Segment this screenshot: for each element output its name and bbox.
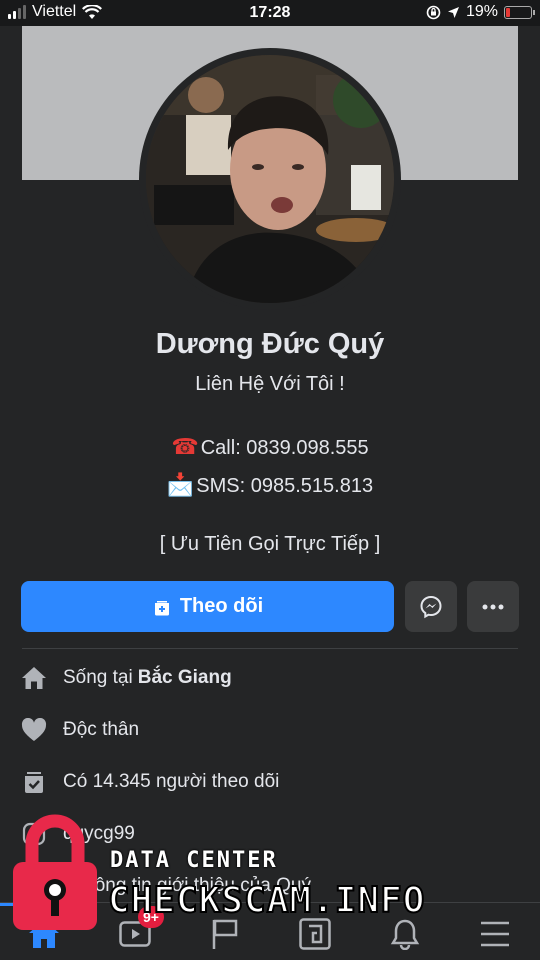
detail-lives-in-prefix: Sống tại bbox=[63, 667, 133, 688]
padlock-watermark-icon bbox=[13, 814, 97, 930]
watermark-line2: CHECKSCAM.INFO bbox=[107, 879, 426, 922]
followers-check-icon bbox=[20, 768, 48, 796]
nav-pages[interactable] bbox=[205, 917, 245, 951]
pages-flag-icon bbox=[212, 919, 238, 949]
battery-icon bbox=[504, 5, 535, 19]
detail-relationship-text: Độc thân bbox=[63, 719, 140, 740]
more-options-button[interactable] bbox=[467, 581, 519, 632]
follow-button[interactable]: Theo dõi bbox=[21, 581, 394, 632]
follow-plus-icon bbox=[154, 600, 169, 615]
gaming-icon bbox=[299, 918, 331, 950]
status-bar: Viettel 17:28 19% bbox=[0, 0, 540, 26]
detail-followers[interactable]: Có 14.345 người theo dõi bbox=[20, 767, 520, 797]
rotation-lock-icon bbox=[426, 5, 441, 19]
profile-picture-illustration bbox=[146, 55, 394, 303]
location-arrow-icon bbox=[447, 6, 459, 18]
menu-icon bbox=[481, 921, 509, 947]
bio-line-sms: 📩 SMS: 0985.515.813 bbox=[0, 473, 540, 498]
bio-line-contact: Liên Hệ Với Tôi ! bbox=[195, 373, 345, 395]
detail-relationship: Độc thân bbox=[20, 715, 520, 745]
battery-percent: 19% bbox=[465, 3, 498, 20]
profile-name: Dương Đức Quý bbox=[155, 328, 385, 360]
detail-followers-text: Có 14.345 người theo dõi bbox=[63, 771, 280, 792]
bio-sms-text: SMS: 0985.515.813 bbox=[196, 475, 374, 497]
telephone-icon: ☎ bbox=[171, 435, 199, 460]
bio-line-priority: [ Ưu Tiên Gọi Trực Tiếp ] bbox=[159, 533, 381, 555]
battery-fill bbox=[506, 7, 510, 17]
messenger-icon bbox=[420, 595, 442, 618]
envelope-arrow-icon: 📩 bbox=[166, 473, 195, 498]
messenger-button[interactable] bbox=[405, 581, 457, 632]
bio-call-text: Call: 0839.098.555 bbox=[200, 437, 369, 459]
nav-gaming[interactable] bbox=[295, 917, 335, 951]
home-house-icon bbox=[20, 664, 48, 692]
bio-line-call: ☎ Call: 0839.098.555 bbox=[0, 435, 540, 460]
notifications-bell-icon bbox=[390, 919, 420, 950]
nav-notifications[interactable] bbox=[385, 917, 425, 951]
detail-lives-in: Sống tại Bắc Giang bbox=[20, 663, 520, 693]
more-dots-icon bbox=[482, 604, 504, 609]
profile-picture[interactable] bbox=[146, 55, 394, 303]
nav-menu[interactable] bbox=[475, 917, 515, 951]
status-right: 19% bbox=[426, 3, 535, 21]
section-divider bbox=[22, 648, 518, 649]
detail-lives-in-place[interactable]: Bắc Giang bbox=[138, 667, 232, 689]
follow-button-label: Theo dõi bbox=[179, 595, 264, 617]
heart-icon bbox=[20, 716, 48, 744]
watermark-line1: DATA CENTER bbox=[110, 848, 278, 873]
